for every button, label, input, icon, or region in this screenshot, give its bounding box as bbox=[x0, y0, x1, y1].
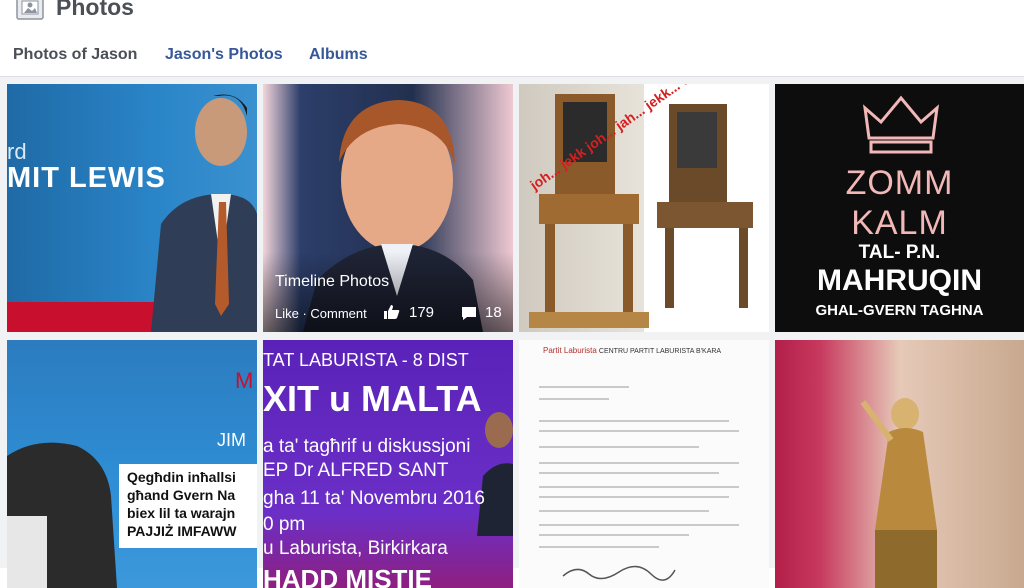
caption-line: għand Gvern Na bbox=[127, 487, 236, 503]
album-label[interactable]: Timeline Photos bbox=[275, 273, 389, 291]
document-line bbox=[539, 430, 739, 432]
document-line bbox=[539, 420, 729, 422]
person-silhouette bbox=[7, 442, 117, 588]
photo-tile[interactable]: ZOMM KALM TAL- P.N. MAHRUQIN GHAL-GVERN … bbox=[775, 84, 1024, 332]
caption-line: PAJJIŻ IMFAWW bbox=[127, 523, 237, 539]
poster-line: u Laburista, Birkirkara bbox=[263, 538, 448, 559]
document-line bbox=[539, 472, 719, 474]
photos-tabs: Photos of Jason Jason's Photos Albums bbox=[0, 40, 1024, 76]
person-silhouette bbox=[151, 94, 257, 332]
poster-line: EP Dr ALFRED SANT bbox=[263, 460, 449, 481]
document-line bbox=[539, 446, 699, 448]
photo-image bbox=[519, 340, 769, 588]
tab-photos-of-jason[interactable]: Photos of Jason bbox=[13, 46, 137, 64]
photos-icon bbox=[16, 0, 44, 20]
document-line bbox=[539, 462, 739, 464]
document-line bbox=[539, 546, 659, 548]
document-line bbox=[539, 510, 709, 512]
poster-line: ZOMM bbox=[845, 164, 954, 202]
comment-count: 18 bbox=[485, 304, 502, 321]
document-line bbox=[539, 486, 739, 488]
page-header: Photos Photos of Jason Jason's Photos Al… bbox=[0, 0, 1024, 77]
chairs-image bbox=[529, 94, 753, 328]
photo-tile[interactable]: TAT LABURISTA - 8 DIST XIT u MALTA a ta'… bbox=[263, 340, 513, 588]
caption-box: Qegħdin inħallsi għand Gvern Na biex lil… bbox=[119, 464, 257, 548]
poster-line: 0 pm bbox=[263, 514, 306, 535]
photo-tile[interactable]: Timeline Photos Like · Comment 179 18 bbox=[263, 84, 513, 332]
photo-tile[interactable]: M JIM Qegħdin inħallsi għand Gvern Na bi… bbox=[7, 340, 257, 588]
photo-tile[interactable]: Partit Laburista CENTRU PARTIT LABURISTA… bbox=[519, 340, 769, 588]
photo-tile[interactable] bbox=[775, 340, 1024, 588]
document-line bbox=[539, 524, 739, 526]
photo-text: JIM bbox=[217, 430, 246, 450]
photo-tile[interactable]: rd MIT LEWIS bbox=[7, 84, 257, 332]
poster-line: a ta' tagħrif u diskussjoni bbox=[263, 436, 471, 457]
tab-jasons-photos[interactable]: Jason's Photos bbox=[165, 46, 283, 64]
page-title: Photos bbox=[56, 0, 134, 20]
caption-line: biex lil ta warajn bbox=[127, 505, 236, 521]
poster-line: GHAL-GVERN TAGHNA bbox=[815, 302, 984, 319]
tab-albums[interactable]: Albums bbox=[309, 46, 368, 64]
poster-line: TAL- P.N. bbox=[858, 242, 941, 263]
crown-icon bbox=[862, 95, 940, 154]
caption-line: Qegħdin inħallsi bbox=[127, 469, 236, 485]
document-line bbox=[539, 386, 629, 388]
document-line bbox=[539, 496, 729, 498]
poster-line: TAT LABURISTA - 8 DIST bbox=[263, 350, 469, 370]
like-count: 179 bbox=[409, 304, 435, 321]
document-header: CENTRU PARTIT LABURISTA B'KARA bbox=[598, 348, 722, 355]
poster-line: KALM bbox=[851, 204, 948, 242]
photo-text: M bbox=[235, 368, 254, 393]
thumbs-up-icon[interactable] bbox=[383, 304, 401, 325]
like-comment-actions[interactable]: Like · Comment bbox=[275, 306, 367, 321]
poster-line: XIT u MALTA bbox=[263, 378, 482, 419]
comment-icon[interactable] bbox=[461, 306, 477, 326]
poster-line: MAHRUQIN bbox=[817, 264, 982, 297]
statue-image bbox=[860, 398, 937, 588]
poster-line: gha 11 ta' Novembru 2016 bbox=[263, 488, 485, 509]
document-line bbox=[539, 398, 609, 400]
photo-tile[interactable]: joh... jekk joh... jah... jekk... dawn bbox=[519, 84, 769, 332]
signature-image bbox=[562, 565, 676, 581]
document-line bbox=[539, 534, 689, 536]
